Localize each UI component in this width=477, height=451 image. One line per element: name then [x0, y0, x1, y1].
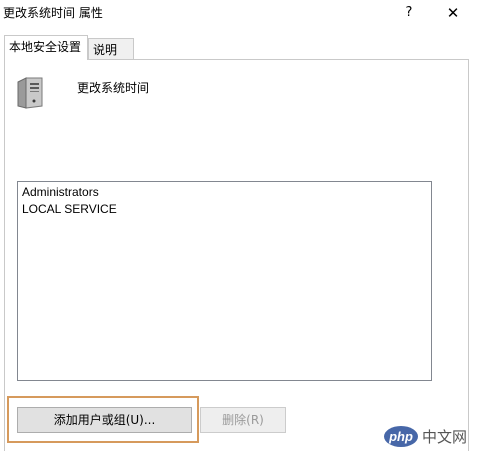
tab-explain[interactable]: 说明: [88, 38, 134, 60]
title-bar: 更改系统时间 属性 ? ✕: [0, 0, 477, 28]
properties-dialog: 更改系统时间 属性 ? ✕ 本地安全设置 说明 更改系统时间 Administr…: [0, 0, 477, 451]
list-item-local-service[interactable]: LOCAL SERVICE: [22, 202, 117, 216]
php-logo-icon: php: [384, 426, 418, 447]
list-item-administrators[interactable]: Administrators: [22, 185, 99, 199]
close-button[interactable]: ✕: [440, 2, 466, 24]
policy-name: 更改系统时间: [77, 81, 150, 95]
help-button[interactable]: ?: [398, 2, 420, 24]
remove-button[interactable]: 删除(R): [200, 407, 286, 433]
tab-local-security-setting[interactable]: 本地安全设置: [4, 35, 88, 60]
window-title: 更改系统时间 属性: [3, 6, 103, 20]
watermark: php 中文网: [384, 424, 476, 450]
server-icon: [17, 77, 43, 109]
add-user-or-group-button[interactable]: 添加用户或组(U)...: [17, 407, 192, 433]
accounts-listbox[interactable]: Administrators LOCAL SERVICE: [17, 181, 432, 381]
tab-strip: 本地安全设置 说明: [0, 35, 477, 60]
watermark-text: 中文网: [422, 428, 468, 446]
